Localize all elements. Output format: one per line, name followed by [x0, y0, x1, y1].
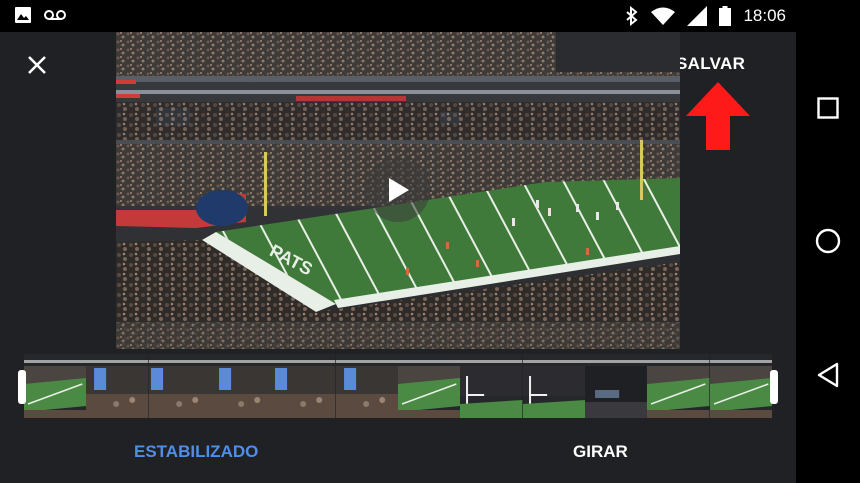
clock: 18:06 — [743, 6, 786, 25]
recents-icon — [817, 97, 839, 119]
filmstrip-frame — [86, 354, 149, 418]
filmstrip-frame — [335, 354, 398, 418]
save-button[interactable]: SALVAR — [676, 54, 745, 74]
status-system: 18:06 — [625, 5, 786, 27]
video-editor: SALVAR PATS ESTABILIZADO GIRAR — [0, 32, 796, 483]
recents-button[interactable] — [812, 92, 844, 124]
play-icon — [389, 178, 409, 202]
trim-filmstrip[interactable] — [18, 354, 778, 418]
status-notifications — [14, 6, 66, 24]
bluetooth-icon — [626, 6, 639, 26]
video-preview[interactable]: PATS — [116, 32, 680, 349]
filmstrip-frame — [647, 354, 710, 418]
voicemail-icon — [44, 10, 66, 20]
cell-signal-icon — [687, 6, 708, 26]
filmstrip-frame — [460, 354, 523, 418]
filmstrip-frame — [148, 354, 211, 418]
filmstrip-frame — [273, 354, 336, 418]
stabilize-button[interactable]: ESTABILIZADO — [134, 442, 258, 462]
home-icon — [815, 228, 841, 254]
status-bar: 18:06 — [0, 0, 860, 32]
close-button[interactable] — [22, 50, 52, 80]
trim-handle-right[interactable] — [770, 370, 778, 404]
filmstrip-frame — [584, 354, 648, 418]
red-arrow-annotation — [686, 82, 750, 150]
wifi-icon — [651, 7, 676, 25]
navigation-bar — [796, 32, 860, 483]
image-icon — [15, 7, 31, 23]
filmstrip-frame — [210, 354, 274, 418]
trim-handle-left[interactable] — [18, 370, 26, 404]
filmstrip-frames — [24, 354, 772, 418]
close-icon — [28, 56, 46, 74]
play-button[interactable] — [366, 158, 430, 222]
back-icon — [817, 362, 839, 388]
filmstrip-frame — [709, 354, 772, 418]
filmstrip-frame — [397, 354, 461, 418]
filmstrip-frame — [24, 354, 87, 418]
rotate-button[interactable]: GIRAR — [573, 442, 628, 462]
filmstrip-frame — [522, 354, 585, 418]
back-button[interactable] — [812, 359, 844, 391]
home-button[interactable] — [812, 225, 844, 257]
battery-icon — [719, 6, 732, 26]
